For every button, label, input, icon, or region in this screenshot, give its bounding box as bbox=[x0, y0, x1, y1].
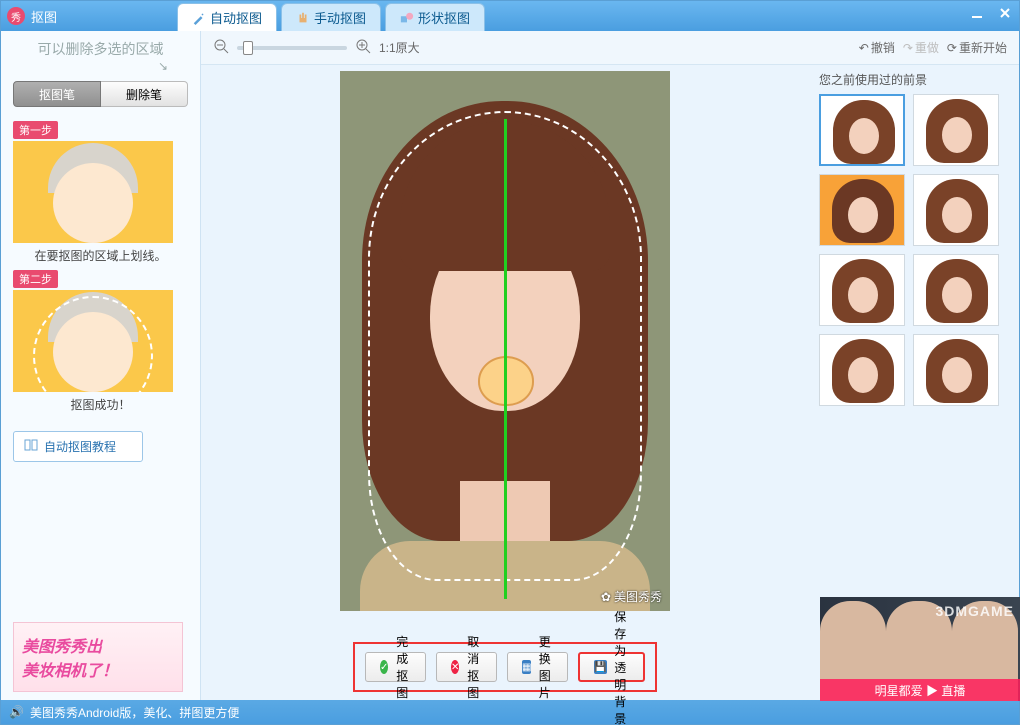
finish-cutout-button[interactable]: ✓ 完成抠图 bbox=[365, 652, 426, 682]
promo-line2: 美妆相机了！ bbox=[22, 657, 182, 681]
mode-tabs: 自动抠图 手动抠图 形状抠图 bbox=[177, 1, 489, 31]
status-bar: 🔊 美图秀秀Android版，美化、拼图更方便 bbox=[1, 700, 1019, 724]
history-thumb[interactable] bbox=[913, 94, 999, 166]
tab-label: 手动抠图 bbox=[314, 8, 366, 27]
tab-label: 自动抠图 bbox=[210, 8, 262, 27]
refresh-icon: ⟳ bbox=[947, 41, 957, 55]
zoom-ratio-label[interactable]: 1:1原大 bbox=[379, 39, 420, 56]
canvas-toolbar: 1:1原大 ↶ 撤销 ↷ 重做 ⟳ 重新开始 bbox=[201, 31, 1019, 65]
cancel-cutout-button[interactable]: ✕ 取消抠图 bbox=[436, 652, 497, 682]
sidebar: 可以删除多选的区域 ↘ 抠图笔 删除笔 第一步 在要抠图的区域上划线。 第二步 bbox=[1, 31, 201, 700]
slider-thumb[interactable] bbox=[243, 41, 253, 55]
close-button[interactable] bbox=[995, 5, 1015, 21]
step1-caption: 在要抠图的区域上划线。 bbox=[13, 247, 188, 264]
zoom-slider[interactable] bbox=[237, 46, 347, 50]
tab-manual-cutout[interactable]: 手动抠图 bbox=[281, 3, 381, 31]
corner-ad[interactable]: 3DMGAME 明星都爱 ▶ 直播 bbox=[820, 597, 1020, 701]
action-bar: ✓ 完成抠图 ✕ 取消抠图 ▦ 更换图片 💾 bbox=[353, 642, 657, 692]
history-thumb[interactable] bbox=[913, 174, 999, 246]
window-controls bbox=[967, 5, 1015, 21]
panel-title: 您之前使用过的前景 bbox=[819, 71, 1009, 88]
history-thumb[interactable] bbox=[913, 334, 999, 406]
restart-button[interactable]: ⟳ 重新开始 bbox=[947, 39, 1007, 56]
book-icon bbox=[24, 439, 38, 454]
zoom-out-icon[interactable] bbox=[213, 38, 229, 57]
working-image[interactable]: ✿ 美图秀秀 bbox=[340, 71, 670, 611]
undo-icon: ↶ bbox=[859, 41, 869, 55]
tool-toggle: 抠图笔 删除笔 bbox=[13, 81, 188, 107]
draw-pen-button[interactable]: 抠图笔 bbox=[13, 81, 101, 107]
cross-icon: ✕ bbox=[451, 660, 459, 674]
app-window: 秀 抠图 自动抠图 手动抠图 形状抠图 bbox=[0, 0, 1020, 725]
step2-image bbox=[13, 290, 173, 392]
app-icon: 秀 bbox=[7, 7, 25, 25]
window-title: 抠图 bbox=[31, 7, 57, 26]
ad-strip-text: 明星都爱 ▶ 直播 bbox=[820, 679, 1020, 701]
redo-button: ↷ 重做 bbox=[903, 39, 939, 56]
shapes-icon bbox=[400, 11, 414, 25]
titlebar: 秀 抠图 自动抠图 手动抠图 形状抠图 bbox=[1, 1, 1019, 31]
step1-image bbox=[13, 141, 173, 243]
wand-icon bbox=[192, 11, 206, 25]
picture-icon: ▦ bbox=[522, 660, 531, 674]
flower-icon: ✿ bbox=[601, 590, 611, 604]
zoom-in-icon[interactable] bbox=[355, 38, 371, 57]
image-watermark: ✿ 美图秀秀 bbox=[601, 588, 662, 605]
tab-shape-cutout[interactable]: 形状抠图 bbox=[385, 3, 485, 31]
history-thumb[interactable] bbox=[819, 254, 905, 326]
minimize-button[interactable] bbox=[967, 5, 987, 21]
step2-tag: 第二步 bbox=[13, 270, 58, 288]
hint-text: 可以删除多选的区域 bbox=[13, 39, 188, 59]
tab-label: 形状抠图 bbox=[418, 8, 470, 27]
step1-card: 第一步 在要抠图的区域上划线。 bbox=[13, 121, 188, 264]
promo-banner[interactable]: 美图秀秀出 美妆相机了！ bbox=[13, 622, 183, 692]
step1-tag: 第一步 bbox=[13, 121, 58, 139]
history-thumb[interactable] bbox=[819, 94, 905, 166]
save-icon: 💾 bbox=[594, 660, 606, 674]
step2-caption: 抠图成功！ bbox=[13, 396, 188, 413]
hand-icon bbox=[296, 11, 310, 25]
drawn-stroke bbox=[504, 119, 507, 599]
tutorial-button[interactable]: 自动抠图教程 bbox=[13, 431, 143, 462]
step2-card: 第二步 抠图成功！ bbox=[13, 270, 188, 413]
speaker-icon: 🔊 bbox=[9, 705, 24, 719]
promo-line1: 美图秀秀出 bbox=[22, 633, 182, 657]
save-transparent-button[interactable]: 💾 保存为透明背景 bbox=[578, 652, 645, 682]
status-text[interactable]: 美图秀秀Android版，美化、拼图更方便 bbox=[30, 704, 239, 721]
history-thumb[interactable] bbox=[819, 334, 905, 406]
ad-corner-text: 3DMGAME bbox=[935, 603, 1014, 619]
erase-pen-button[interactable]: 删除笔 bbox=[101, 81, 188, 107]
tab-auto-cutout[interactable]: 自动抠图 bbox=[177, 3, 277, 31]
check-icon: ✓ bbox=[380, 660, 388, 674]
thumbnail-grid bbox=[819, 94, 1009, 406]
history-thumb[interactable] bbox=[819, 174, 905, 246]
canvas[interactable]: ✿ 美图秀秀 ✓ 完成抠图 ✕ 取消抠图 bbox=[201, 65, 809, 700]
history-thumb[interactable] bbox=[913, 254, 999, 326]
redo-icon: ↷ bbox=[903, 41, 913, 55]
undo-button[interactable]: ↶ 撤销 bbox=[859, 39, 895, 56]
tutorial-label: 自动抠图教程 bbox=[44, 438, 116, 455]
change-image-button[interactable]: ▦ 更换图片 bbox=[507, 652, 568, 682]
hint-arrow-icon: ↘ bbox=[13, 59, 188, 73]
